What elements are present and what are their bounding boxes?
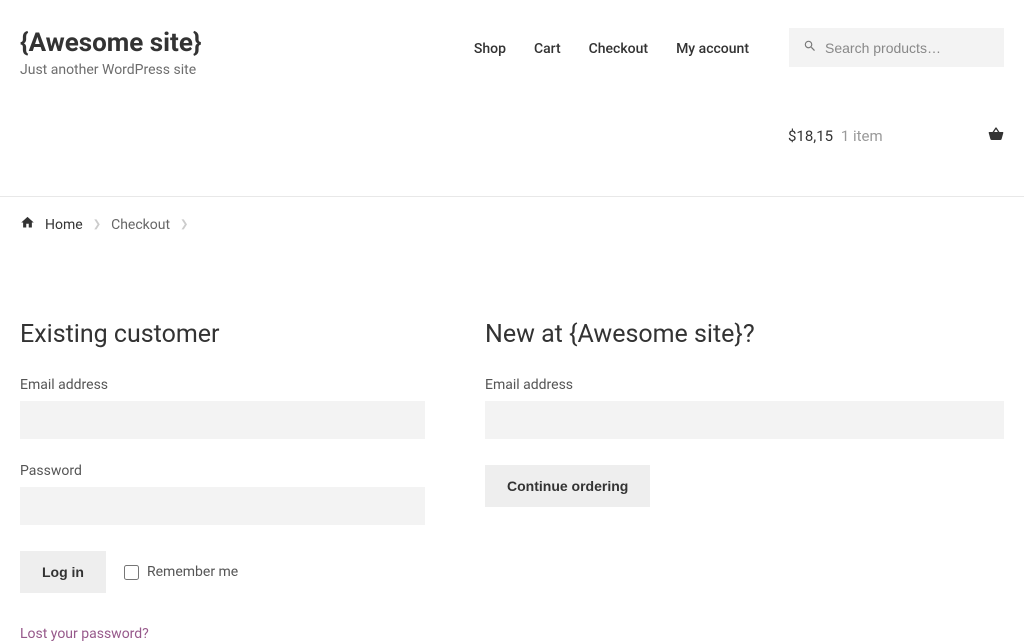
- nav-my-account[interactable]: My account: [676, 41, 749, 57]
- site-title: {Awesome site}: [20, 28, 201, 58]
- remember-me-label[interactable]: Remember me: [147, 564, 238, 580]
- remember-me-checkbox[interactable]: [124, 565, 139, 580]
- nav-cart[interactable]: Cart: [534, 41, 561, 57]
- continue-ordering-button[interactable]: Continue ordering: [485, 465, 650, 507]
- chevron-right-icon: ❯: [93, 219, 101, 230]
- site-branding: {Awesome site} Just another WordPress si…: [20, 28, 201, 78]
- register-heading: New at {Awesome site}?: [485, 320, 1004, 349]
- login-password-input[interactable]: [20, 487, 425, 525]
- register-email-label: Email address: [485, 377, 1004, 393]
- nav-shop[interactable]: Shop: [474, 41, 506, 57]
- breadcrumb: Home ❯ Checkout ❯: [20, 197, 1004, 252]
- breadcrumb-current: Checkout: [111, 217, 170, 233]
- login-button[interactable]: Log in: [20, 551, 106, 593]
- chevron-right-icon: ❯: [180, 219, 188, 230]
- login-email-label: Email address: [20, 377, 425, 393]
- register-email-input[interactable]: [485, 401, 1004, 439]
- cart-items-count: 1 item: [841, 127, 883, 145]
- site-tagline: Just another WordPress site: [20, 62, 201, 78]
- login-email-input[interactable]: [20, 401, 425, 439]
- basket-icon: [988, 126, 1004, 146]
- breadcrumb-home[interactable]: Home: [45, 217, 83, 233]
- primary-nav: Shop Cart Checkout My account: [474, 38, 749, 57]
- search-box[interactable]: [789, 28, 1004, 67]
- lost-password-link[interactable]: Lost your password?: [20, 626, 149, 642]
- cart-summary[interactable]: $18,15 1 item: [20, 126, 1004, 146]
- home-icon: [20, 215, 35, 234]
- login-password-label: Password: [20, 463, 425, 479]
- login-heading: Existing customer: [20, 320, 425, 349]
- nav-checkout[interactable]: Checkout: [589, 41, 648, 57]
- search-icon: [803, 38, 817, 57]
- search-input[interactable]: [825, 40, 990, 56]
- cart-amount: $18,15: [788, 127, 833, 145]
